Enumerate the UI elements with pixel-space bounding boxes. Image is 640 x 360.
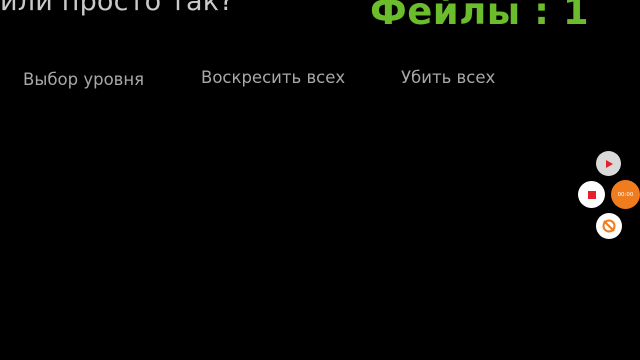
recorder-tools-button[interactable] [596,213,622,239]
fails-counter: Фейлы : 1 [370,0,590,33]
title-fragment: или просто так? [0,0,234,17]
tools-icon [602,219,616,233]
game-screen: или просто так? Фейлы : 1 Выбор уровня В… [0,0,640,360]
recorder-play-button[interactable] [596,151,621,176]
kill-all-button[interactable]: Убить всех [401,68,495,87]
recorder-timer-badge[interactable]: 00:00 [611,180,640,209]
level-select-button[interactable]: Выбор уровня [23,70,144,89]
stop-icon [587,190,596,199]
revive-all-button[interactable]: Воскресить всех [201,68,345,87]
play-icon [605,159,613,168]
recorder-stop-button[interactable] [578,181,605,208]
